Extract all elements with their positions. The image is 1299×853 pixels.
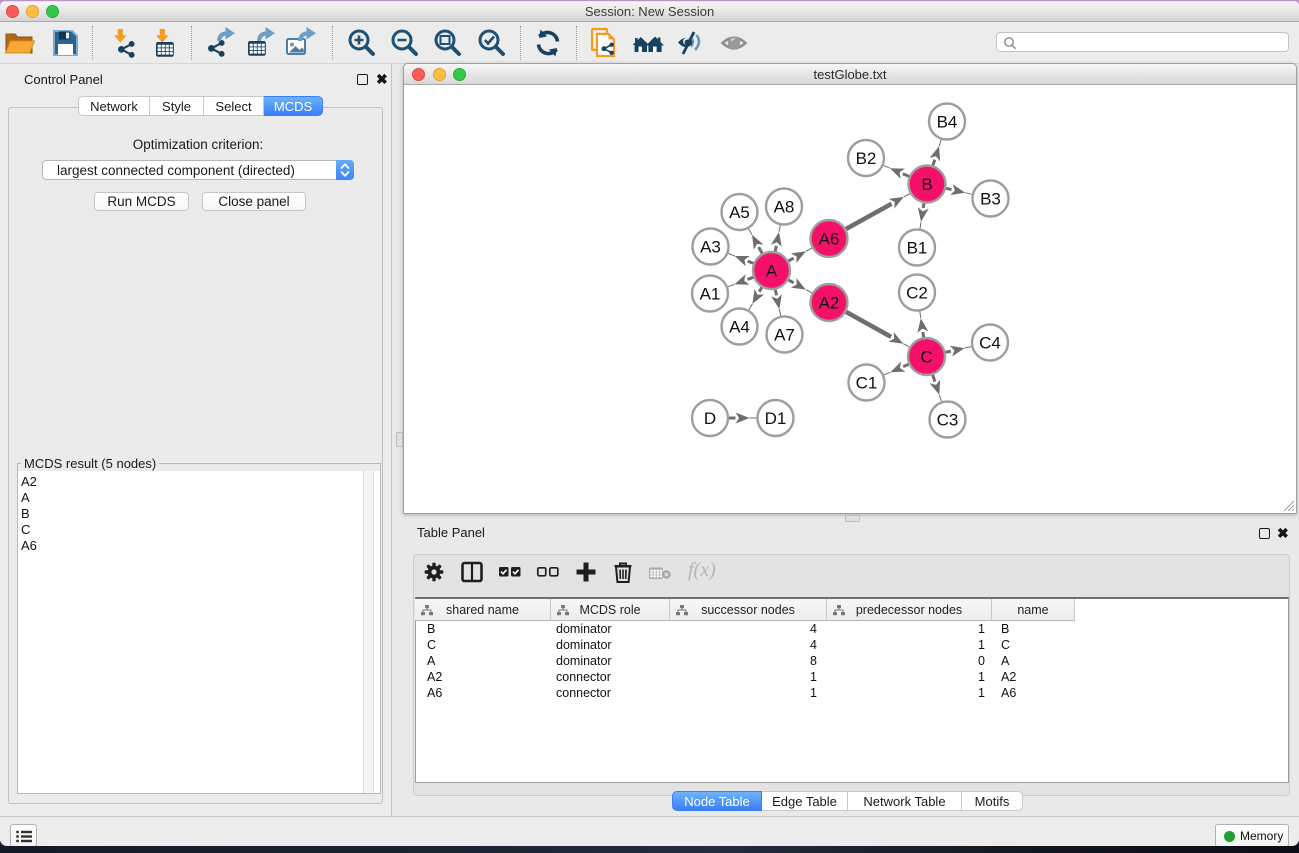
svg-text:A6: A6 [819,230,840,249]
svg-text:A1: A1 [700,285,721,304]
svg-text:A8: A8 [774,198,795,217]
svg-text:D1: D1 [765,409,787,428]
svg-text:A4: A4 [729,318,750,337]
svg-text:B2: B2 [856,149,877,168]
svg-text:B1: B1 [907,239,928,258]
svg-text:B3: B3 [980,190,1001,209]
svg-text:A3: A3 [700,238,721,257]
svg-text:A2: A2 [819,294,840,313]
svg-text:C: C [920,348,932,367]
svg-text:A: A [766,262,778,281]
svg-text:C1: C1 [856,374,878,393]
svg-text:C3: C3 [937,411,959,430]
svg-text:A7: A7 [774,326,795,345]
svg-text:A5: A5 [729,203,750,222]
svg-text:B: B [921,175,932,194]
svg-text:C4: C4 [979,334,1001,353]
svg-text:C2: C2 [906,284,928,303]
svg-text:B4: B4 [937,113,958,132]
svg-text:D: D [704,409,716,428]
